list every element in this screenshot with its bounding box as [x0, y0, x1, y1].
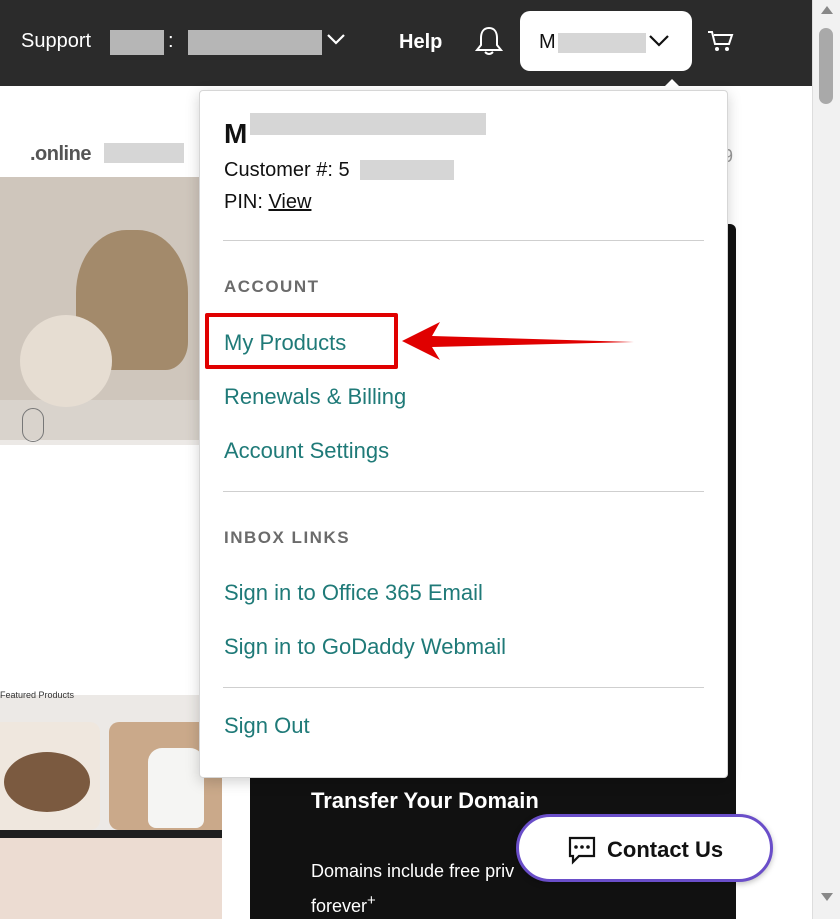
divider	[223, 687, 704, 688]
support-menu-label[interactable]: Support	[21, 30, 91, 53]
godaddy-webmail-link[interactable]: Sign in to GoDaddy Webmail	[224, 634, 506, 660]
account-initial: M	[539, 31, 556, 53]
user-name-initial: M	[224, 118, 248, 149]
account-menu-button[interactable]: M	[520, 11, 692, 71]
redacted-customer-number	[360, 160, 454, 180]
cart-icon[interactable]	[706, 28, 734, 54]
transfer-domain-text: Domains include free priv forever+	[311, 857, 541, 919]
transfer-text-line-1: Domains include free priv	[311, 861, 515, 881]
redacted-support-number	[110, 30, 164, 55]
logo-emblem	[22, 408, 44, 442]
customer-number: Customer #: 5	[224, 159, 350, 181]
round-vase-image	[20, 315, 112, 407]
divider	[223, 491, 704, 492]
redacted-domain	[104, 143, 184, 163]
redacted-user-name	[250, 113, 486, 135]
pin-row: PIN: View	[224, 191, 311, 214]
red-arrow-icon	[402, 322, 634, 360]
vertical-scrollbar[interactable]	[812, 0, 840, 919]
pin-view-link[interactable]: View	[268, 191, 311, 213]
pin-label: PIN:	[224, 191, 269, 213]
highlight-box	[205, 313, 398, 369]
hero-bottom-area	[0, 838, 222, 919]
redacted-support-phone	[188, 30, 322, 55]
contact-us-label: Contact Us	[607, 837, 724, 862]
inbox-links-section-title: INBOX LINKS	[224, 528, 351, 547]
featured-products-label: Featured Products	[0, 690, 75, 700]
sign-out-link[interactable]: Sign Out	[224, 713, 310, 739]
contact-us-button[interactable]: Contact Us	[516, 814, 773, 882]
office365-email-link[interactable]: Sign in to Office 365 Email	[224, 580, 483, 606]
scroll-up-arrow-icon[interactable]	[821, 6, 833, 14]
featured-section	[0, 445, 222, 695]
account-section-title: ACCOUNT	[224, 277, 320, 296]
scrollbar-thumb[interactable]	[819, 28, 833, 104]
support-separator: :	[168, 30, 174, 52]
domain-name: .online	[30, 143, 91, 165]
bell-icon[interactable]	[474, 25, 504, 57]
chevron-down-icon[interactable]	[326, 32, 346, 46]
renewals-billing-link[interactable]: Renewals & Billing	[224, 384, 406, 410]
chevron-down-icon	[649, 35, 669, 47]
bottle-image	[148, 748, 204, 828]
divider	[223, 240, 704, 241]
transfer-text-line-2: forever	[311, 896, 368, 916]
laptop-frame-bottom	[0, 830, 222, 838]
scroll-down-arrow-icon[interactable]	[821, 893, 833, 901]
transfer-text-sup: +	[367, 892, 376, 909]
redacted-account-name	[558, 33, 646, 53]
top-navigation-bar: Support : Help M	[0, 0, 812, 86]
bowl-image	[4, 752, 90, 812]
help-link[interactable]: Help	[399, 31, 442, 54]
account-settings-link[interactable]: Account Settings	[224, 438, 389, 464]
chat-bubble-icon	[568, 836, 596, 865]
transfer-domain-title: Transfer Your Domain	[311, 788, 539, 813]
